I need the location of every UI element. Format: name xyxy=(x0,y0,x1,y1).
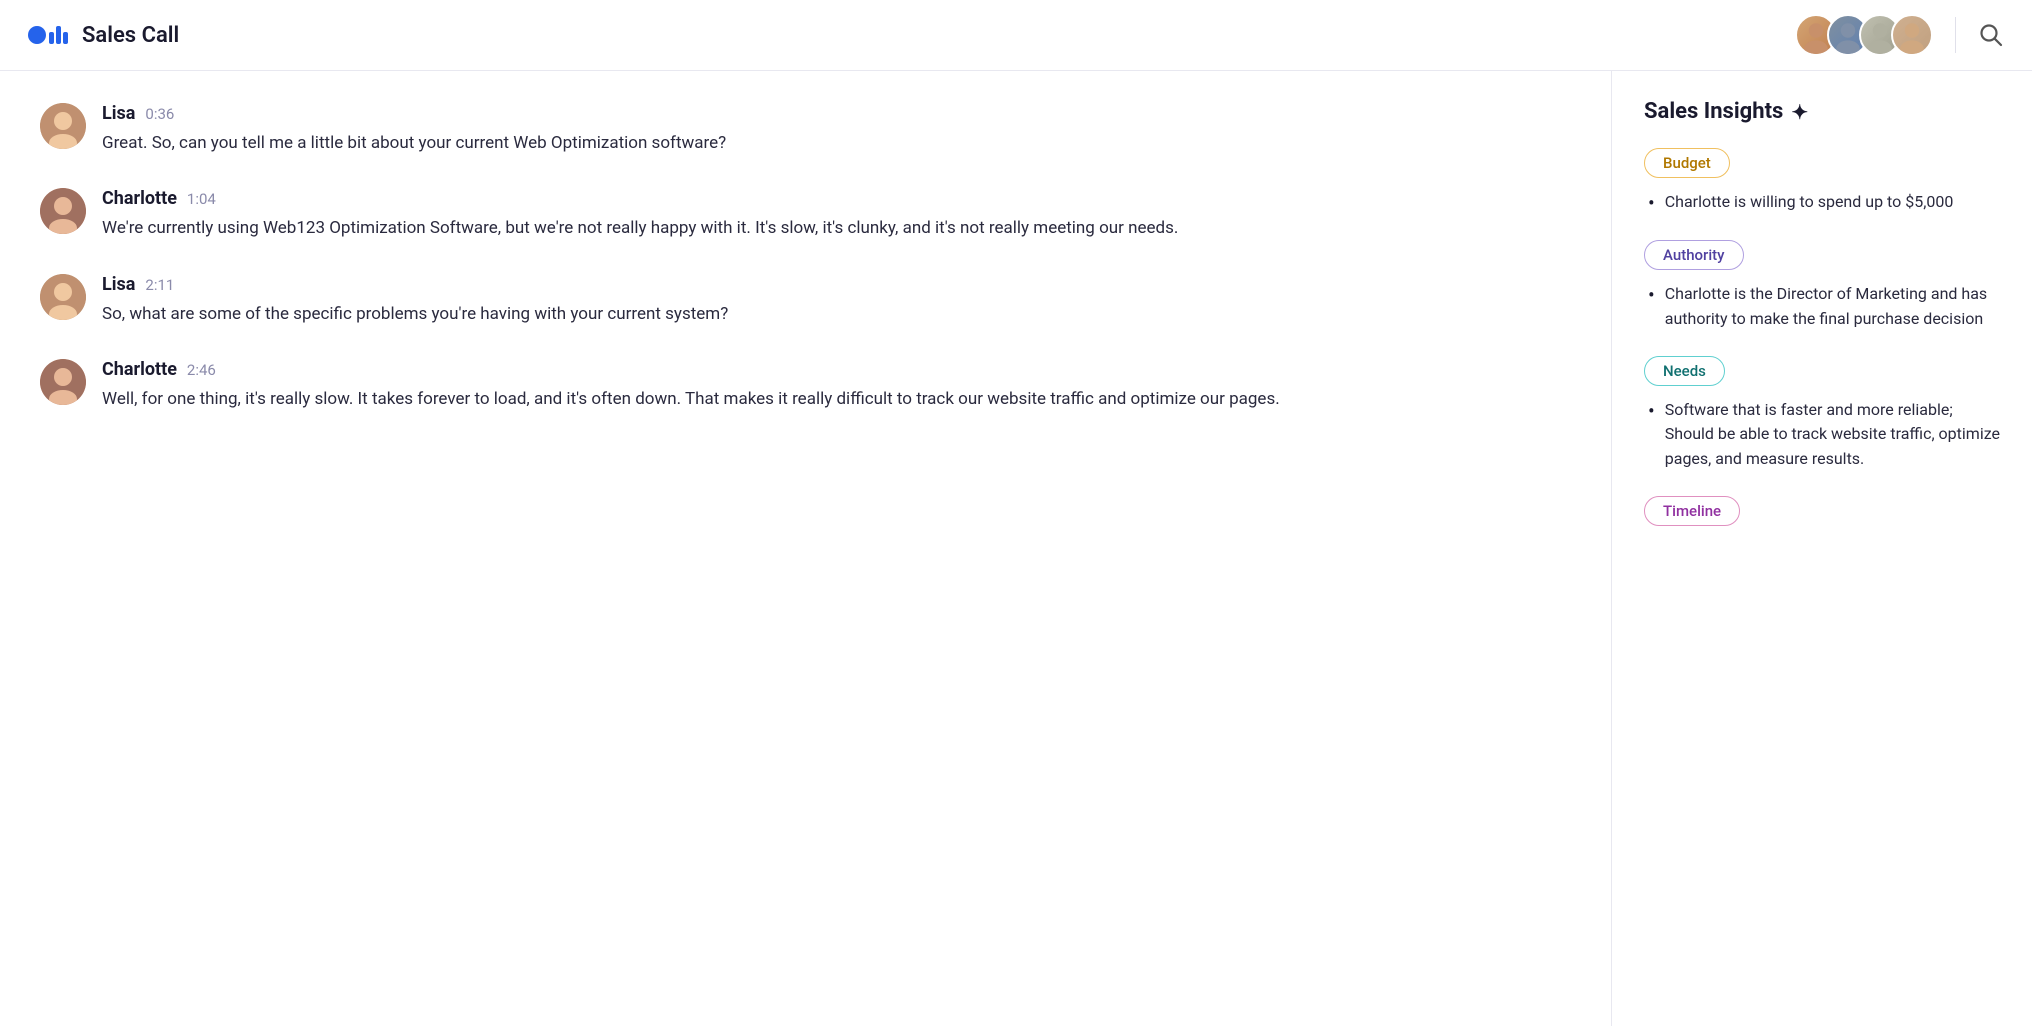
insights-panel: Sales Insights ✦ Budget • Charlotte is w… xyxy=(1612,71,2032,1026)
insight-section-timeline: Timeline xyxy=(1644,496,2000,538)
message-text: We're currently using Web123 Optimizatio… xyxy=(102,215,1571,241)
speaker-name: Charlotte xyxy=(102,188,177,209)
insight-bullet-text: Charlotte is willing to spend up to $5,0… xyxy=(1665,190,1954,215)
message-content: Lisa 0:36 Great. So, can you tell me a l… xyxy=(102,103,1571,156)
message-timestamp: 0:36 xyxy=(145,105,174,123)
speaker-name: Lisa xyxy=(102,274,135,295)
page-title: Sales Call xyxy=(82,23,179,48)
insight-section-needs: Needs • Software that is faster and more… xyxy=(1644,356,2000,472)
insight-bullet-text: Software that is faster and more reliabl… xyxy=(1665,398,2000,472)
message-header: Lisa 2:11 xyxy=(102,274,1571,295)
header-right xyxy=(1795,14,2005,56)
search-icon xyxy=(1978,22,2004,48)
avatar xyxy=(40,359,86,405)
message-header: Lisa 0:36 xyxy=(102,103,1571,124)
message-timestamp: 1:04 xyxy=(187,190,216,208)
insight-bullet: • Charlotte is willing to spend up to $5… xyxy=(1644,190,2000,216)
badge-budget: Budget xyxy=(1644,148,1730,178)
speaker-name: Lisa xyxy=(102,103,135,124)
header-left: Sales Call xyxy=(28,23,179,48)
logo-bar-1 xyxy=(49,32,54,44)
app-logo xyxy=(28,26,68,44)
message-group: Charlotte 2:46 Well, for one thing, it's… xyxy=(40,359,1571,412)
avatar xyxy=(40,274,86,320)
insight-section-authority: Authority • Charlotte is the Director of… xyxy=(1644,240,2000,332)
avatar xyxy=(40,103,86,149)
message-group: Charlotte 1:04 We're currently using Web… xyxy=(40,188,1571,241)
logo-circle xyxy=(28,26,46,44)
message-timestamp: 2:11 xyxy=(145,276,174,294)
insight-bullet: • Software that is faster and more relia… xyxy=(1644,398,2000,472)
message-timestamp: 2:46 xyxy=(187,361,216,379)
message-content: Charlotte 2:46 Well, for one thing, it's… xyxy=(102,359,1571,412)
message-header: Charlotte 1:04 xyxy=(102,188,1571,209)
speaker-name: Charlotte xyxy=(102,359,177,380)
insights-title: Sales Insights ✦ xyxy=(1644,99,2000,124)
badge-timeline: Timeline xyxy=(1644,496,1740,526)
participant-avatar-4 xyxy=(1891,14,1933,56)
message-content: Lisa 2:11 So, what are some of the speci… xyxy=(102,274,1571,327)
message-text: So, what are some of the specific proble… xyxy=(102,301,1571,327)
insight-bullet-text: Charlotte is the Director of Marketing a… xyxy=(1665,282,2000,332)
badge-authority: Authority xyxy=(1644,240,1744,270)
logo-bars xyxy=(49,26,68,44)
bullet-dot: • xyxy=(1648,398,1655,424)
sparkle-icon: ✦ xyxy=(1791,100,1808,124)
participants-avatars xyxy=(1795,14,1933,56)
app-header: Sales Call xyxy=(0,0,2032,71)
main-layout: Lisa 0:36 Great. So, can you tell me a l… xyxy=(0,71,2032,1026)
bullet-dot: • xyxy=(1648,190,1655,216)
search-button[interactable] xyxy=(1978,22,2004,48)
bullet-dot: • xyxy=(1648,282,1655,308)
badge-needs: Needs xyxy=(1644,356,1725,386)
message-text: Well, for one thing, it's really slow. I… xyxy=(102,386,1571,412)
insight-section-budget: Budget • Charlotte is willing to spend u… xyxy=(1644,148,2000,216)
message-group: Lisa 2:11 So, what are some of the speci… xyxy=(40,274,1571,327)
logo-bar-2 xyxy=(56,26,61,44)
insights-title-text: Sales Insights xyxy=(1644,99,1783,124)
logo-bar-3 xyxy=(63,32,68,44)
message-content: Charlotte 1:04 We're currently using Web… xyxy=(102,188,1571,241)
message-text: Great. So, can you tell me a little bit … xyxy=(102,130,1571,156)
header-divider xyxy=(1955,17,1957,53)
message-group: Lisa 0:36 Great. So, can you tell me a l… xyxy=(40,103,1571,156)
avatar xyxy=(40,188,86,234)
chat-panel: Lisa 0:36 Great. So, can you tell me a l… xyxy=(0,71,1612,1026)
insight-bullet: • Charlotte is the Director of Marketing… xyxy=(1644,282,2000,332)
message-header: Charlotte 2:46 xyxy=(102,359,1571,380)
